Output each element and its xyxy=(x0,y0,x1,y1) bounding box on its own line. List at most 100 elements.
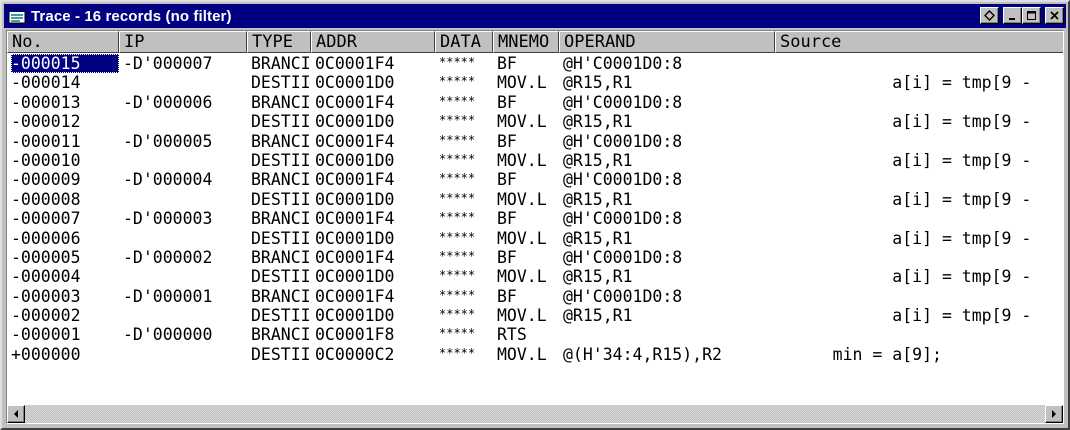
column-header-operand[interactable]: OPERAND xyxy=(559,31,775,53)
cell-no: -000010 xyxy=(11,150,81,170)
cell-operand: @H'C0001D0:8 xyxy=(563,286,683,306)
trace-list-icon xyxy=(8,8,26,24)
cell-source: a[i] = tmp[9 - xyxy=(783,228,1032,248)
table-row[interactable]: -000009 -D'000004 BRANCI 0C0001F4 ***** BF @H'… xyxy=(7,170,1063,189)
cell-operand: @H'C0001D0:8 xyxy=(563,209,683,229)
trace-list[interactable]: No. IP TYPE ADDR DATA MNEMO OPERAND Sour… xyxy=(6,30,1064,424)
table-row[interactable]: -000015 -D'000007 BRANCI 0C0001F4 ***** BF @H'… xyxy=(7,54,1063,74)
cell-mnemo: BF xyxy=(497,131,517,151)
table-row[interactable]: -000004 DESTII 0C0001D0 ***** MOV.L @R15,R1 a… xyxy=(7,267,1063,286)
trace-window: Trace - 16 records (no filter) No. IP TY… xyxy=(0,0,1070,430)
restore-icon[interactable] xyxy=(980,7,999,24)
scroll-right-icon[interactable] xyxy=(1045,405,1063,423)
table-row[interactable]: -000006 DESTII 0C0001D0 ***** MOV.L @R15,R1 a… xyxy=(7,229,1063,248)
cell-data: ***** xyxy=(439,345,476,360)
cell-data: ***** xyxy=(439,55,476,69)
cell-no: -000008 xyxy=(11,189,81,209)
table-row[interactable]: -000013 -D'000006 BRANCI 0C0001F4 ***** BF @H'… xyxy=(7,93,1063,112)
table-row[interactable]: -000007 -D'000003 BRANCI 0C0001F4 ***** BF @H'… xyxy=(7,209,1063,228)
cell-type: DESTII xyxy=(251,112,311,132)
table-row[interactable]: -000012 DESTII 0C0001D0 ***** MOV.L @R15,R1 a… xyxy=(7,112,1063,131)
table-row[interactable]: -000001 -D'000000 BRANCI 0C0001F8 ***** RTS xyxy=(7,325,1063,344)
minimize-icon[interactable] xyxy=(1003,7,1022,24)
cell-data: ***** xyxy=(439,210,476,225)
cell-no: -000011 xyxy=(11,131,81,151)
cell-addr: 0C0001D0 xyxy=(315,73,395,93)
cell-ip: -D'000007 xyxy=(123,54,213,73)
column-header-type[interactable]: TYPE xyxy=(247,31,311,53)
cell-mnemo: BF xyxy=(497,209,517,229)
cell-data: ***** xyxy=(439,229,476,244)
column-header-mnemo[interactable]: MNEMO xyxy=(493,31,559,53)
cell-no: -000005 xyxy=(11,247,81,267)
cell-addr: 0C0001D0 xyxy=(315,306,395,326)
table-row[interactable]: -000010 DESTII 0C0001D0 ***** MOV.L @R15,R1 a… xyxy=(7,151,1063,170)
column-header-data[interactable]: DATA xyxy=(435,31,493,53)
horizontal-scrollbar[interactable] xyxy=(7,405,1063,423)
table-row[interactable]: -000005 -D'000002 BRANCI 0C0001F4 ***** BF @H'… xyxy=(7,248,1063,267)
cell-no: -000009 xyxy=(11,170,81,190)
cell-addr: 0C0001F4 xyxy=(315,209,395,229)
cell-ip: -D'000004 xyxy=(123,170,213,190)
cell-addr: 0C0000C2 xyxy=(315,344,395,364)
table-row[interactable]: +000000 DESTII 0C0000C2 ***** MOV.L @(H'34:4,… xyxy=(7,345,1063,364)
table-row[interactable]: -000002 DESTII 0C0001D0 ***** MOV.L @R15,R1 a… xyxy=(7,306,1063,325)
cell-type: DESTII xyxy=(251,267,311,287)
close-icon[interactable] xyxy=(1045,7,1064,24)
cell-mnemo: MOV.L xyxy=(497,306,547,326)
scroll-left-icon[interactable] xyxy=(7,405,25,423)
cell-ip: -D'000005 xyxy=(123,131,213,151)
cell-no: -000003 xyxy=(11,286,81,306)
column-header-source[interactable]: Source xyxy=(775,31,1063,53)
cell-source: a[i] = tmp[9 - xyxy=(783,112,1032,132)
cell-operand: @R15,R1 xyxy=(563,73,633,93)
cell-data: ***** xyxy=(439,74,476,89)
table-row[interactable]: -000003 -D'000001 BRANCI 0C0001F4 ***** BF @H'… xyxy=(7,287,1063,306)
cell-no: +000000 xyxy=(11,344,81,364)
maximize-icon[interactable] xyxy=(1022,7,1041,24)
cell-type: DESTII xyxy=(251,306,311,326)
cell-operand: @R15,R1 xyxy=(563,189,633,209)
cell-mnemo: MOV.L xyxy=(497,344,547,364)
cell-data: ***** xyxy=(439,248,476,263)
cell-data: ***** xyxy=(439,190,476,205)
cell-operand: @H'C0001D0:8 xyxy=(563,247,683,267)
column-header-addr[interactable]: ADDR xyxy=(311,31,435,53)
cell-mnemo: BF xyxy=(497,170,517,190)
cell-operand: @H'C0001D0:8 xyxy=(563,170,683,190)
title-bar[interactable]: Trace - 16 records (no filter) xyxy=(4,4,1066,28)
cell-source: a[i] = tmp[9 - xyxy=(783,267,1032,287)
trace-rows: -000015 -D'000007 BRANCI 0C0001F4 ***** BF @H'… xyxy=(7,54,1063,364)
column-header-ip[interactable]: IP xyxy=(119,31,247,53)
cell-type: BRANCI xyxy=(251,247,311,267)
cell-data: ***** xyxy=(439,132,476,147)
cell-type: DESTII xyxy=(251,228,311,248)
cell-mnemo: BF xyxy=(497,54,517,73)
table-row[interactable]: -000008 DESTII 0C0001D0 ***** MOV.L @R15,R1 a… xyxy=(7,190,1063,209)
cell-mnemo: MOV.L xyxy=(497,112,547,132)
cell-no: -000001 xyxy=(11,325,81,345)
cell-addr: 0C0001D0 xyxy=(315,228,395,248)
cell-source: a[i] = tmp[9 - xyxy=(783,306,1032,326)
cell-addr: 0C0001F4 xyxy=(315,286,395,306)
cell-operand: @R15,R1 xyxy=(563,306,633,326)
cell-mnemo: RTS xyxy=(497,325,527,345)
cell-no: -000012 xyxy=(11,112,81,132)
cell-mnemo: MOV.L xyxy=(497,73,547,93)
cell-ip: -D'000002 xyxy=(123,247,213,267)
cell-data: ***** xyxy=(439,151,476,166)
cell-type: BRANCI xyxy=(251,54,311,73)
cell-addr: 0C0001F4 xyxy=(315,131,395,151)
cell-data: ***** xyxy=(439,268,476,283)
column-header-no[interactable]: No. xyxy=(7,31,119,53)
cell-mnemo: MOV.L xyxy=(497,267,547,287)
cell-addr: 0C0001F4 xyxy=(315,247,395,267)
cell-operand: @R15,R1 xyxy=(563,228,633,248)
cell-operand: @H'C0001D0:8 xyxy=(563,54,683,73)
table-row[interactable]: -000011 -D'000005 BRANCI 0C0001F4 ***** BF @H'… xyxy=(7,132,1063,151)
cell-type: DESTII xyxy=(251,189,311,209)
cell-no: -000015 xyxy=(11,54,119,74)
cell-mnemo: MOV.L xyxy=(497,150,547,170)
cell-addr: 0C0001D0 xyxy=(315,112,395,132)
table-row[interactable]: -000014 DESTII 0C0001D0 ***** MOV.L @R15,R1 a… xyxy=(7,73,1063,92)
